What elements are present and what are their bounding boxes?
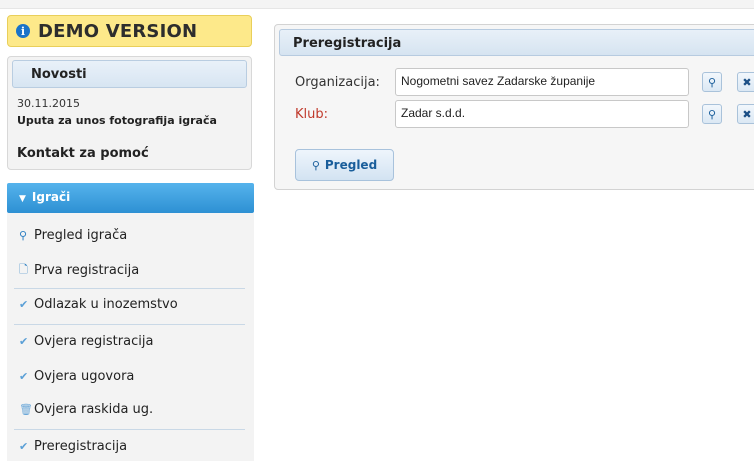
organization-label: Organizacija: bbox=[295, 75, 380, 90]
search-icon: ⚲ bbox=[707, 107, 717, 121]
news-title: Novosti bbox=[12, 60, 247, 88]
sidebar-item-odlazak[interactable]: ✔ Odlazak u inozemstvo bbox=[19, 297, 178, 312]
checkmark-icon: ✔ bbox=[19, 298, 29, 311]
sidebar-item-label: Ovjera ugovora bbox=[34, 369, 135, 384]
checkmark-icon: ✔ bbox=[19, 440, 29, 453]
club-field[interactable]: Zadar s.d.d. bbox=[395, 100, 689, 128]
menu-section-label: Igrači bbox=[31, 190, 71, 204]
sidebar-item-prva-registracija[interactable]: 🗋 Prva registracija bbox=[19, 261, 139, 280]
chevron-down-icon: ▼ bbox=[19, 194, 26, 204]
sidebar-item-pregled-igraca[interactable]: ⚲ Pregled igrača bbox=[19, 228, 127, 243]
pregled-button[interactable]: ⚲ Pregled bbox=[295, 149, 394, 181]
sidebar-item-label: Pregled igrača bbox=[34, 228, 128, 243]
organization-field[interactable]: Nogometni savez Zadarske županije bbox=[395, 68, 689, 96]
sidebar-item-ovjera-raskida[interactable]: 🗑 Ovjera raskida ug. bbox=[19, 402, 153, 417]
news-link[interactable]: Uputa za unos fotografija igrača bbox=[17, 114, 217, 127]
sidebar-item-preregistracija[interactable]: ✔ Preregistracija bbox=[19, 439, 127, 454]
organization-clear-button[interactable]: ✖ bbox=[737, 72, 754, 92]
news-date: 30.11.2015 bbox=[17, 97, 80, 110]
close-icon: ✖ bbox=[742, 107, 752, 121]
sidebar-item-ovjera-ugovora[interactable]: ✔ Ovjera ugovora bbox=[19, 369, 134, 384]
club-search-button[interactable]: ⚲ bbox=[702, 104, 722, 124]
divider bbox=[14, 429, 245, 430]
organization-search-button[interactable]: ⚲ bbox=[702, 72, 722, 92]
pregled-button-label: Pregled bbox=[324, 158, 378, 172]
demo-banner: i DEMO VERSION bbox=[7, 15, 252, 47]
contact-link[interactable]: Kontakt za pomoć bbox=[17, 146, 149, 161]
panel-title: Preregistracija bbox=[279, 29, 754, 56]
news-box: Novosti 30.11.2015 Uputa za unos fotogra… bbox=[7, 56, 252, 170]
divider bbox=[14, 288, 245, 289]
close-icon: ✖ bbox=[742, 75, 752, 89]
demo-label: DEMO VERSION bbox=[38, 20, 198, 42]
club-clear-button[interactable]: ✖ bbox=[737, 104, 754, 124]
checkmark-icon: ✔ bbox=[19, 335, 29, 348]
sidebar-item-label: Preregistracija bbox=[34, 439, 128, 454]
top-bar bbox=[0, 0, 754, 9]
sidebar-item-label: Ovjera registracija bbox=[34, 334, 154, 349]
info-icon: i bbox=[16, 24, 30, 38]
divider bbox=[14, 324, 245, 325]
sidebar-item-label: Prva registracija bbox=[34, 263, 140, 278]
checkmark-icon: ✔ bbox=[19, 370, 29, 383]
sidebar-item-label: Odlazak u inozemstvo bbox=[34, 297, 178, 312]
menu-section-players[interactable]: ▼ Igrači bbox=[7, 183, 254, 213]
sidebar-menu: ⚲ Pregled igrača 🗋 Prva registracija ✔ Odla… bbox=[7, 213, 254, 461]
sidebar-item-label: Ovjera raskida ug. bbox=[34, 402, 154, 417]
document-icon: 🗋 bbox=[19, 263, 28, 276]
sidebar-item-ovjera-registracija[interactable]: ✔ Ovjera registracija bbox=[19, 334, 153, 349]
search-icon: ⚲ bbox=[19, 229, 28, 242]
search-icon: ⚲ bbox=[707, 75, 717, 89]
search-icon: ⚲ bbox=[311, 158, 320, 172]
club-label: Klub: bbox=[295, 107, 329, 122]
trash-icon: 🗑 bbox=[19, 403, 33, 416]
